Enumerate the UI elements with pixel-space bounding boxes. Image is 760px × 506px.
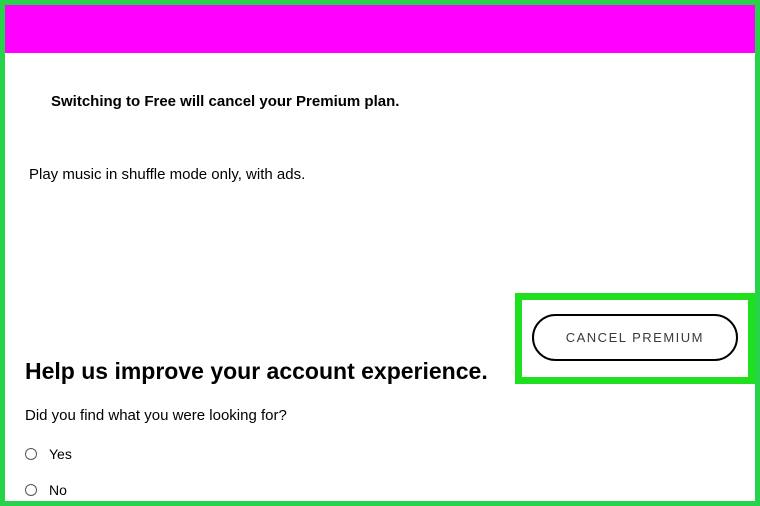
cancellation-notice: Switching to Free will cancel your Premi… xyxy=(51,93,737,110)
radio-option-no[interactable]: No xyxy=(25,482,737,498)
radio-icon xyxy=(25,484,37,496)
radio-label-no: No xyxy=(49,482,67,498)
radio-label-yes: Yes xyxy=(49,446,72,462)
survey-question: Did you find what you were looking for? xyxy=(25,407,737,424)
top-bar xyxy=(5,5,755,53)
radio-option-yes[interactable]: Yes xyxy=(25,446,737,462)
cancel-premium-button[interactable]: CANCEL PREMIUM xyxy=(532,314,738,361)
highlight-box: CANCEL PREMIUM xyxy=(515,293,755,384)
radio-icon xyxy=(25,448,37,460)
page-frame: Switching to Free will cancel your Premi… xyxy=(0,0,760,506)
main-content: Switching to Free will cancel your Premi… xyxy=(5,93,755,498)
free-plan-description: Play music in shuffle mode only, with ad… xyxy=(29,166,737,183)
